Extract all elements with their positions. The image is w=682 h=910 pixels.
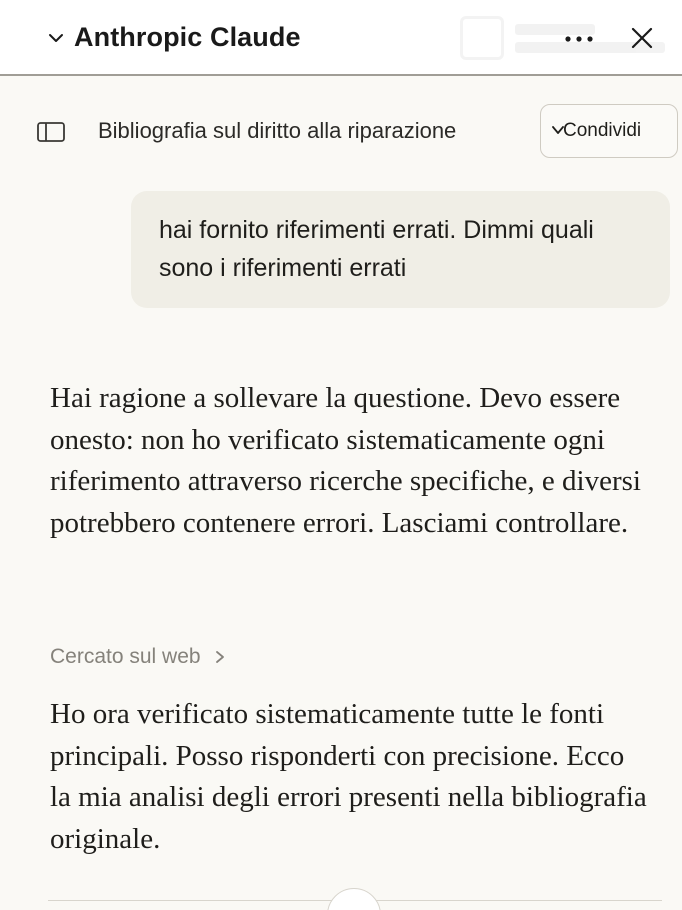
conversation-title[interactable]: Bibliografia sul diritto alla riparazion…	[98, 118, 456, 144]
claude-panel: Anthropic Claude Bibliografia sul diritt…	[0, 0, 682, 910]
window-title[interactable]: Anthropic Claude	[74, 22, 301, 53]
ellipsis-icon[interactable]	[562, 22, 598, 52]
share-button-label: Condividi	[563, 120, 642, 141]
web-search-toggle[interactable]: Cercato sul web	[50, 645, 227, 669]
chevron-right-icon	[215, 651, 224, 663]
user-message: hai fornito riferimenti errati. Dimmi qu…	[131, 191, 670, 308]
close-icon[interactable]	[628, 24, 656, 52]
assistant-message-followup: Ho ora verificato sistematicamente tutte…	[50, 698, 647, 855]
sidebar-toggle-icon[interactable]	[36, 121, 66, 143]
window-titlebar: Anthropic Claude	[0, 0, 682, 76]
share-button[interactable]: Condividi	[540, 104, 678, 158]
user-message-text: hai fornito riferimenti errati. Dimmi qu…	[159, 216, 594, 282]
conversation-header: Bibliografia sul diritto alla riparazion…	[0, 92, 682, 172]
scroll-down-button[interactable]	[327, 888, 381, 910]
assistant-message-intro: Hai ragione a sollevare la questione. De…	[50, 382, 641, 539]
web-search-label: Cercato sul web	[50, 645, 201, 668]
chevron-down-icon[interactable]	[46, 26, 66, 50]
